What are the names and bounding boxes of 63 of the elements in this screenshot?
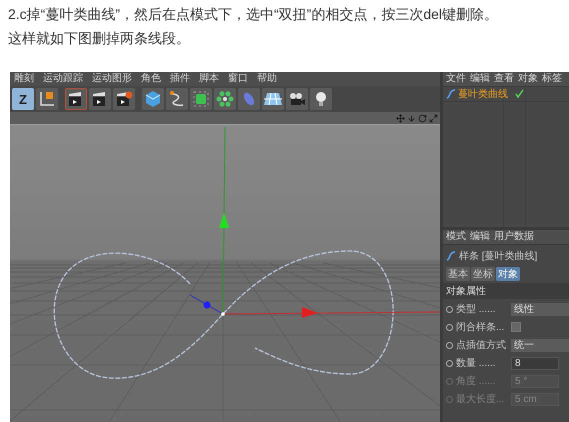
animation-radio[interactable] (446, 306, 453, 312)
menu-item[interactable]: 用户数据 (494, 231, 534, 243)
toolbar-button[interactable] (262, 88, 284, 110)
tab[interactable]: 对象 (496, 267, 520, 281)
checkbox[interactable] (511, 322, 521, 332)
field-label: 类型 ...... (456, 302, 496, 316)
menu-item[interactable]: 文件 (446, 73, 466, 85)
z-axis-handle (190, 294, 224, 314)
toolbar-button[interactable] (65, 88, 87, 110)
menu-item[interactable]: 脚本 (199, 73, 219, 85)
field-label: 角度 ...... (456, 374, 496, 388)
spline-icon (446, 251, 456, 261)
toolbar-button[interactable] (113, 88, 135, 110)
field-label: 点插值方式 (456, 338, 507, 352)
toolbar-button[interactable] (89, 88, 111, 110)
rotate-icon[interactable] (418, 114, 427, 122)
toolbar-button[interactable] (286, 88, 308, 110)
animation-radio[interactable] (446, 360, 453, 366)
dropdown[interactable]: 线性 (511, 302, 569, 316)
section-header: 对象属性 (443, 283, 569, 299)
cloner-icon (216, 90, 234, 108)
menu-item[interactable]: 帮助 (257, 73, 277, 85)
menu-item[interactable]: 模式 (446, 231, 466, 243)
menu-item[interactable]: 窗口 (228, 73, 248, 85)
spline-icon (446, 89, 456, 99)
menu-item[interactable]: 雕刻 (14, 73, 34, 85)
dropdown[interactable]: 统一 (511, 338, 569, 352)
toolbar-button[interactable] (310, 88, 332, 110)
arrow-down-icon[interactable] (407, 114, 416, 122)
maximize-icon[interactable] (429, 114, 438, 122)
animation-radio[interactable] (446, 342, 453, 348)
menu-item[interactable]: 插件 (170, 73, 190, 85)
article-paragraph: 这样就如下图删掉两条线段。 (8, 30, 191, 46)
object-title: 样条 [蔓叶类曲线] (459, 250, 538, 263)
tab[interactable]: 基本 (446, 267, 470, 281)
floor-grid-icon (263, 91, 283, 107)
axis-cube-icon (38, 90, 56, 108)
toolbar-button[interactable] (166, 88, 188, 110)
number-field[interactable]: 8 (511, 356, 559, 370)
cube-icon (144, 90, 162, 108)
pen-spline-icon (168, 90, 186, 108)
field-label: 数量 ...... (456, 357, 496, 370)
menu-item[interactable]: 角色 (141, 73, 161, 85)
clapperboard-gear-icon (115, 90, 133, 108)
article-paragraph: 2.c掉“蔓叶类曲线”，然后在点模式下，选中“双扭”的相交点，按三次del键删除。 (8, 6, 500, 22)
menu-item[interactable]: 查看 (494, 73, 514, 85)
field-label: 最大长度... (456, 392, 506, 406)
toolbar-button[interactable] (36, 88, 58, 110)
toolbar-button[interactable]: Z (12, 88, 34, 110)
object-name[interactable]: 蔓叶类曲线 (458, 87, 508, 101)
tab[interactable]: 坐标 (471, 267, 495, 281)
animation-radio[interactable] (446, 324, 453, 330)
menu-item[interactable]: 运动图形 (92, 73, 132, 85)
menu-item[interactable]: 编辑 (470, 231, 490, 243)
menu-item[interactable]: 编辑 (470, 73, 490, 85)
menu-item[interactable]: 标签 (542, 73, 562, 85)
selected-point (221, 312, 225, 316)
menu-item[interactable]: 运动跟踪 (43, 73, 83, 85)
nurbs-cube-icon (192, 90, 210, 108)
menu-item[interactable]: 对象 (518, 73, 538, 85)
move-icon[interactable] (396, 114, 405, 122)
camera-icon (288, 90, 306, 108)
field-label: 闭合样条... (456, 320, 506, 334)
